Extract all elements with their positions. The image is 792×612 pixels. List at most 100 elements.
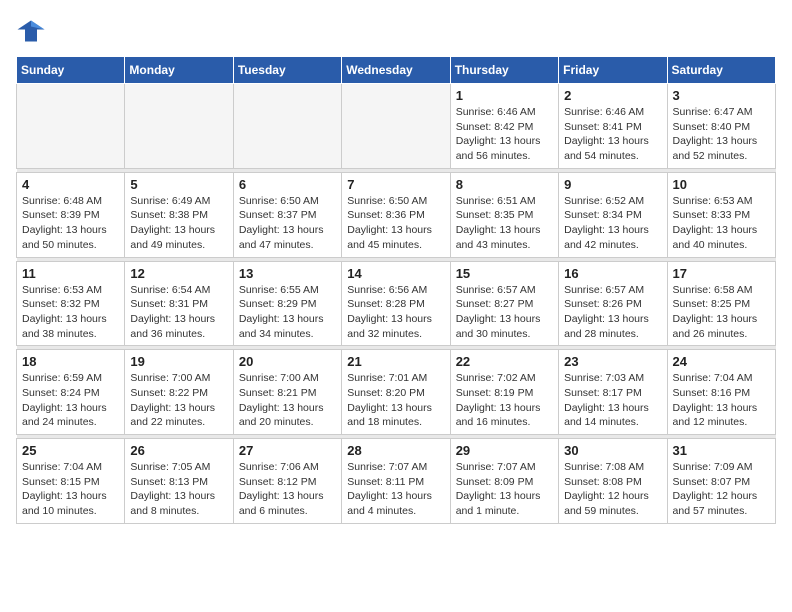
calendar-cell: 8Sunrise: 6:51 AM Sunset: 8:35 PM Daylig… [450,172,558,257]
calendar-cell: 11 Sunrise: 6:53 AM Sunset: 8:32 PM Dayli… [17,261,125,346]
calendar-cell: 20Sunrise: 7:00 AM Sunset: 8:21 PM Dayli… [233,350,341,435]
day-number: 30 [564,443,661,458]
day-info: Sunrise: 7:04 AM Sunset: 8:15 PM Dayligh… [22,460,119,519]
calendar-week-row: 1Sunrise: 6:46 AM Sunset: 8:42 PM Daylig… [17,84,776,169]
calendar-cell: 6 Sunrise: 6:50 AM Sunset: 8:37 PM Daylig… [233,172,341,257]
day-info: Sunrise: 7:04 AM Sunset: 8:16 PM Dayligh… [673,371,770,430]
column-header-friday: Friday [559,57,667,84]
day-info: Sunrise: 6:47 AM Sunset: 8:40 PM Dayligh… [673,105,770,164]
day-number: 28 [347,443,444,458]
calendar-cell: 21 Sunrise: 7:01 AM Sunset: 8:20 PM Dayli… [342,350,450,435]
day-info: Sunrise: 6:49 AM Sunset: 8:38 PM Dayligh… [130,194,227,253]
day-number: 23 [564,354,661,369]
day-number: 27 [239,443,336,458]
day-number: 1 [456,88,553,103]
day-info: Sunrise: 7:08 AM Sunset: 8:08 PM Dayligh… [564,460,661,519]
calendar-cell: 2Sunrise: 6:46 AM Sunset: 8:41 PM Daylig… [559,84,667,169]
day-info: Sunrise: 7:02 AM Sunset: 8:19 PM Dayligh… [456,371,553,430]
day-number: 5 [130,177,227,192]
day-info: Sunrise: 6:53 AM Sunset: 8:32 PM Dayligh… [22,283,119,342]
calendar-cell [342,84,450,169]
day-number: 12 [130,266,227,281]
day-number: 6 [239,177,336,192]
day-number: 29 [456,443,553,458]
day-info: Sunrise: 6:55 AM Sunset: 8:29 PM Dayligh… [239,283,336,342]
day-info: Sunrise: 6:50 AM Sunset: 8:36 PM Dayligh… [347,194,444,253]
calendar-cell: 23 Sunrise: 7:03 AM Sunset: 8:17 PM Dayli… [559,350,667,435]
day-info: Sunrise: 7:07 AM Sunset: 8:11 PM Dayligh… [347,460,444,519]
calendar-cell: 16Sunrise: 6:57 AM Sunset: 8:26 PM Dayli… [559,261,667,346]
calendar-cell: 26 Sunrise: 7:05 AM Sunset: 8:13 PM Dayli… [125,439,233,524]
day-number: 4 [22,177,119,192]
day-info: Sunrise: 6:50 AM Sunset: 8:37 PM Dayligh… [239,194,336,253]
column-header-wednesday: Wednesday [342,57,450,84]
logo [16,16,50,46]
calendar-cell: 10 Sunrise: 6:53 AM Sunset: 8:33 PM Dayli… [667,172,775,257]
calendar-cell: 3 Sunrise: 6:47 AM Sunset: 8:40 PM Daylig… [667,84,775,169]
calendar-cell: 9Sunrise: 6:52 AM Sunset: 8:34 PM Daylig… [559,172,667,257]
calendar-cell [233,84,341,169]
day-info: Sunrise: 7:06 AM Sunset: 8:12 PM Dayligh… [239,460,336,519]
calendar-cell [17,84,125,169]
calendar-cell: 31 Sunrise: 7:09 AM Sunset: 8:07 PM Dayli… [667,439,775,524]
calendar-cell: 22 Sunrise: 7:02 AM Sunset: 8:19 PM Dayli… [450,350,558,435]
column-header-thursday: Thursday [450,57,558,84]
calendar-cell: 13 Sunrise: 6:55 AM Sunset: 8:29 PM Dayli… [233,261,341,346]
day-number: 17 [673,266,770,281]
calendar-cell: 18Sunrise: 6:59 AM Sunset: 8:24 PM Dayli… [17,350,125,435]
calendar-cell: 4 Sunrise: 6:48 AM Sunset: 8:39 PM Daylig… [17,172,125,257]
day-number: 21 [347,354,444,369]
calendar-cell: 5 Sunrise: 6:49 AM Sunset: 8:38 PM Daylig… [125,172,233,257]
day-number: 13 [239,266,336,281]
day-info: Sunrise: 7:01 AM Sunset: 8:20 PM Dayligh… [347,371,444,430]
calendar-cell: 17 Sunrise: 6:58 AM Sunset: 8:25 PM Dayli… [667,261,775,346]
column-header-monday: Monday [125,57,233,84]
calendar-header-row: SundayMondayTuesdayWednesdayThursdayFrid… [17,57,776,84]
page-header [16,16,776,46]
calendar-cell: 15 Sunrise: 6:57 AM Sunset: 8:27 PM Dayli… [450,261,558,346]
calendar-cell: 1Sunrise: 6:46 AM Sunset: 8:42 PM Daylig… [450,84,558,169]
day-info: Sunrise: 6:58 AM Sunset: 8:25 PM Dayligh… [673,283,770,342]
day-number: 8 [456,177,553,192]
calendar-week-row: 4 Sunrise: 6:48 AM Sunset: 8:39 PM Daylig… [17,172,776,257]
day-number: 10 [673,177,770,192]
day-number: 31 [673,443,770,458]
day-number: 14 [347,266,444,281]
day-info: Sunrise: 7:00 AM Sunset: 8:22 PM Dayligh… [130,371,227,430]
column-header-sunday: Sunday [17,57,125,84]
day-info: Sunrise: 6:46 AM Sunset: 8:41 PM Dayligh… [564,105,661,164]
day-info: Sunrise: 6:59 AM Sunset: 8:24 PM Dayligh… [22,371,119,430]
calendar-cell: 14 Sunrise: 6:56 AM Sunset: 8:28 PM Dayli… [342,261,450,346]
day-number: 26 [130,443,227,458]
day-number: 20 [239,354,336,369]
day-number: 3 [673,88,770,103]
calendar-cell: 7Sunrise: 6:50 AM Sunset: 8:36 PM Daylig… [342,172,450,257]
day-number: 19 [130,354,227,369]
day-info: Sunrise: 7:09 AM Sunset: 8:07 PM Dayligh… [673,460,770,519]
day-number: 15 [456,266,553,281]
day-number: 25 [22,443,119,458]
day-info: Sunrise: 7:05 AM Sunset: 8:13 PM Dayligh… [130,460,227,519]
calendar-table: SundayMondayTuesdayWednesdayThursdayFrid… [16,56,776,524]
day-number: 16 [564,266,661,281]
calendar-cell: 24Sunrise: 7:04 AM Sunset: 8:16 PM Dayli… [667,350,775,435]
day-info: Sunrise: 6:48 AM Sunset: 8:39 PM Dayligh… [22,194,119,253]
day-number: 11 [22,266,119,281]
calendar-week-row: 25 Sunrise: 7:04 AM Sunset: 8:15 PM Dayli… [17,439,776,524]
day-info: Sunrise: 6:53 AM Sunset: 8:33 PM Dayligh… [673,194,770,253]
calendar-week-row: 18Sunrise: 6:59 AM Sunset: 8:24 PM Dayli… [17,350,776,435]
calendar-cell: 29 Sunrise: 7:07 AM Sunset: 8:09 PM Dayli… [450,439,558,524]
day-number: 22 [456,354,553,369]
day-info: Sunrise: 7:03 AM Sunset: 8:17 PM Dayligh… [564,371,661,430]
calendar-cell: 25 Sunrise: 7:04 AM Sunset: 8:15 PM Dayli… [17,439,125,524]
calendar-cell: 19 Sunrise: 7:00 AM Sunset: 8:22 PM Dayli… [125,350,233,435]
day-info: Sunrise: 7:07 AM Sunset: 8:09 PM Dayligh… [456,460,553,519]
day-info: Sunrise: 6:56 AM Sunset: 8:28 PM Dayligh… [347,283,444,342]
calendar-cell: 30 Sunrise: 7:08 AM Sunset: 8:08 PM Dayli… [559,439,667,524]
day-number: 9 [564,177,661,192]
calendar-cell [125,84,233,169]
calendar-cell: 28 Sunrise: 7:07 AM Sunset: 8:11 PM Dayli… [342,439,450,524]
day-info: Sunrise: 6:57 AM Sunset: 8:27 PM Dayligh… [456,283,553,342]
column-header-saturday: Saturday [667,57,775,84]
logo-bird-icon [16,16,46,46]
